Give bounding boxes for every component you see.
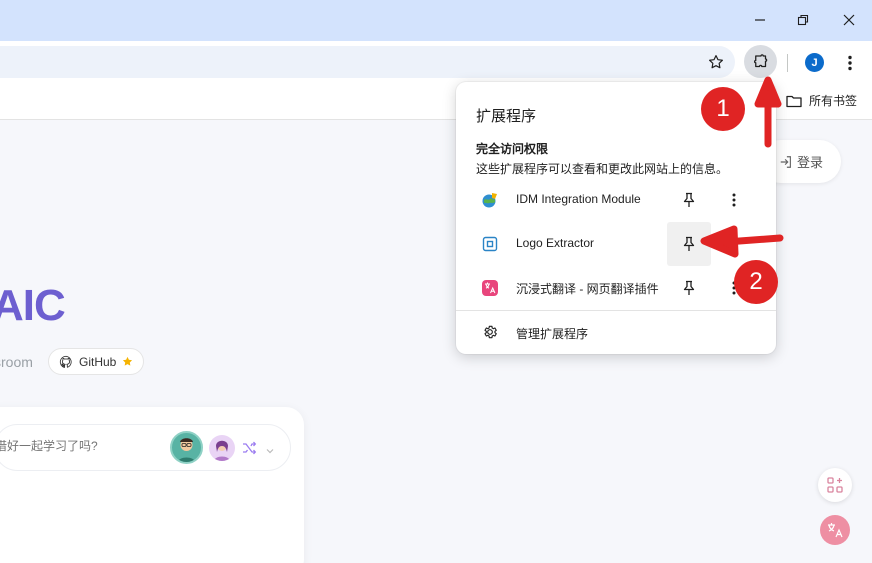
translate-icon (828, 523, 843, 538)
chevron-down-icon[interactable] (265, 443, 275, 461)
folder-icon (786, 95, 802, 107)
chat-card (0, 407, 304, 563)
step-marker-1: 1 (701, 87, 745, 131)
close-window-button[interactable] (834, 8, 864, 32)
extension-row-immersive-translate[interactable]: 沉浸式翻译 - 网页翻译插件 (456, 266, 776, 310)
popup-divider (456, 310, 776, 311)
translate-float-button[interactable] (820, 515, 850, 545)
all-bookmarks-label: 所有书签 (809, 94, 858, 108)
manage-extensions-label: 管理扩展程序 (516, 327, 589, 341)
chat-input-pill (0, 424, 291, 471)
close-icon (843, 14, 855, 26)
restore-icon (797, 14, 809, 26)
pin-button[interactable] (667, 178, 711, 222)
assistant-avatar-2[interactable] (209, 435, 235, 461)
title-bar (0, 0, 872, 41)
pin-icon (683, 236, 695, 251)
hero-title: AIC (0, 281, 66, 330)
chat-input[interactable] (0, 439, 165, 453)
github-label: GitHub (79, 354, 117, 369)
shuffle-button[interactable] (241, 440, 257, 461)
shuffle-icon (243, 441, 257, 455)
hero-subline: sroom (0, 354, 33, 370)
restore-button[interactable] (788, 8, 818, 32)
pin-icon (683, 280, 695, 295)
extensions-button[interactable] (744, 45, 777, 78)
minimize-icon (755, 19, 765, 21)
pin-button[interactable] (667, 266, 711, 310)
github-icon (59, 355, 72, 368)
extension-name: 沉浸式翻译 - 网页翻译插件 (516, 282, 659, 296)
toolbar-separator (787, 54, 788, 72)
gear-icon (482, 324, 498, 345)
more-options-button[interactable] (724, 189, 744, 211)
logo-extractor-icon (481, 235, 499, 253)
step-marker-2: 2 (734, 260, 778, 304)
kebab-menu-icon (848, 55, 852, 71)
apps-plus-icon (827, 477, 843, 493)
login-label: 登录 (797, 155, 824, 170)
pin-button-highlighted[interactable] (667, 222, 711, 266)
extension-name: Logo Extractor (516, 236, 595, 250)
login-icon (780, 155, 791, 168)
full-access-description: 这些扩展程序可以查看和更改此网站上的信息。 (476, 162, 729, 176)
bookmark-star-icon[interactable] (707, 53, 725, 76)
full-access-heading: 完全访问权限 (476, 142, 549, 156)
idm-icon (481, 191, 499, 209)
manage-extensions-item[interactable]: 管理扩展程序 (456, 314, 776, 350)
kebab-menu-icon (732, 193, 736, 207)
extension-name: IDM Integration Module (516, 192, 641, 206)
extension-row-idm[interactable]: IDM Integration Module (456, 178, 776, 222)
star-badge-icon (123, 356, 133, 366)
github-button[interactable]: GitHub (48, 348, 145, 375)
popup-title: 扩展程序 (476, 108, 537, 125)
puzzle-icon (753, 53, 767, 67)
all-bookmarks-button[interactable]: 所有书签 (786, 92, 857, 109)
browser-toolbar: J (0, 41, 872, 83)
assistant-avatar[interactable] (170, 431, 203, 464)
extension-row-logo-extractor[interactable]: Logo Extractor (456, 222, 776, 266)
minimize-button[interactable] (745, 8, 775, 32)
browser-menu-button[interactable] (840, 51, 860, 75)
profile-avatar[interactable]: J (805, 53, 824, 72)
address-bar[interactable] (0, 46, 735, 78)
apps-add-button[interactable] (818, 468, 852, 502)
pin-icon (683, 192, 695, 207)
immersive-translate-icon (481, 279, 499, 297)
